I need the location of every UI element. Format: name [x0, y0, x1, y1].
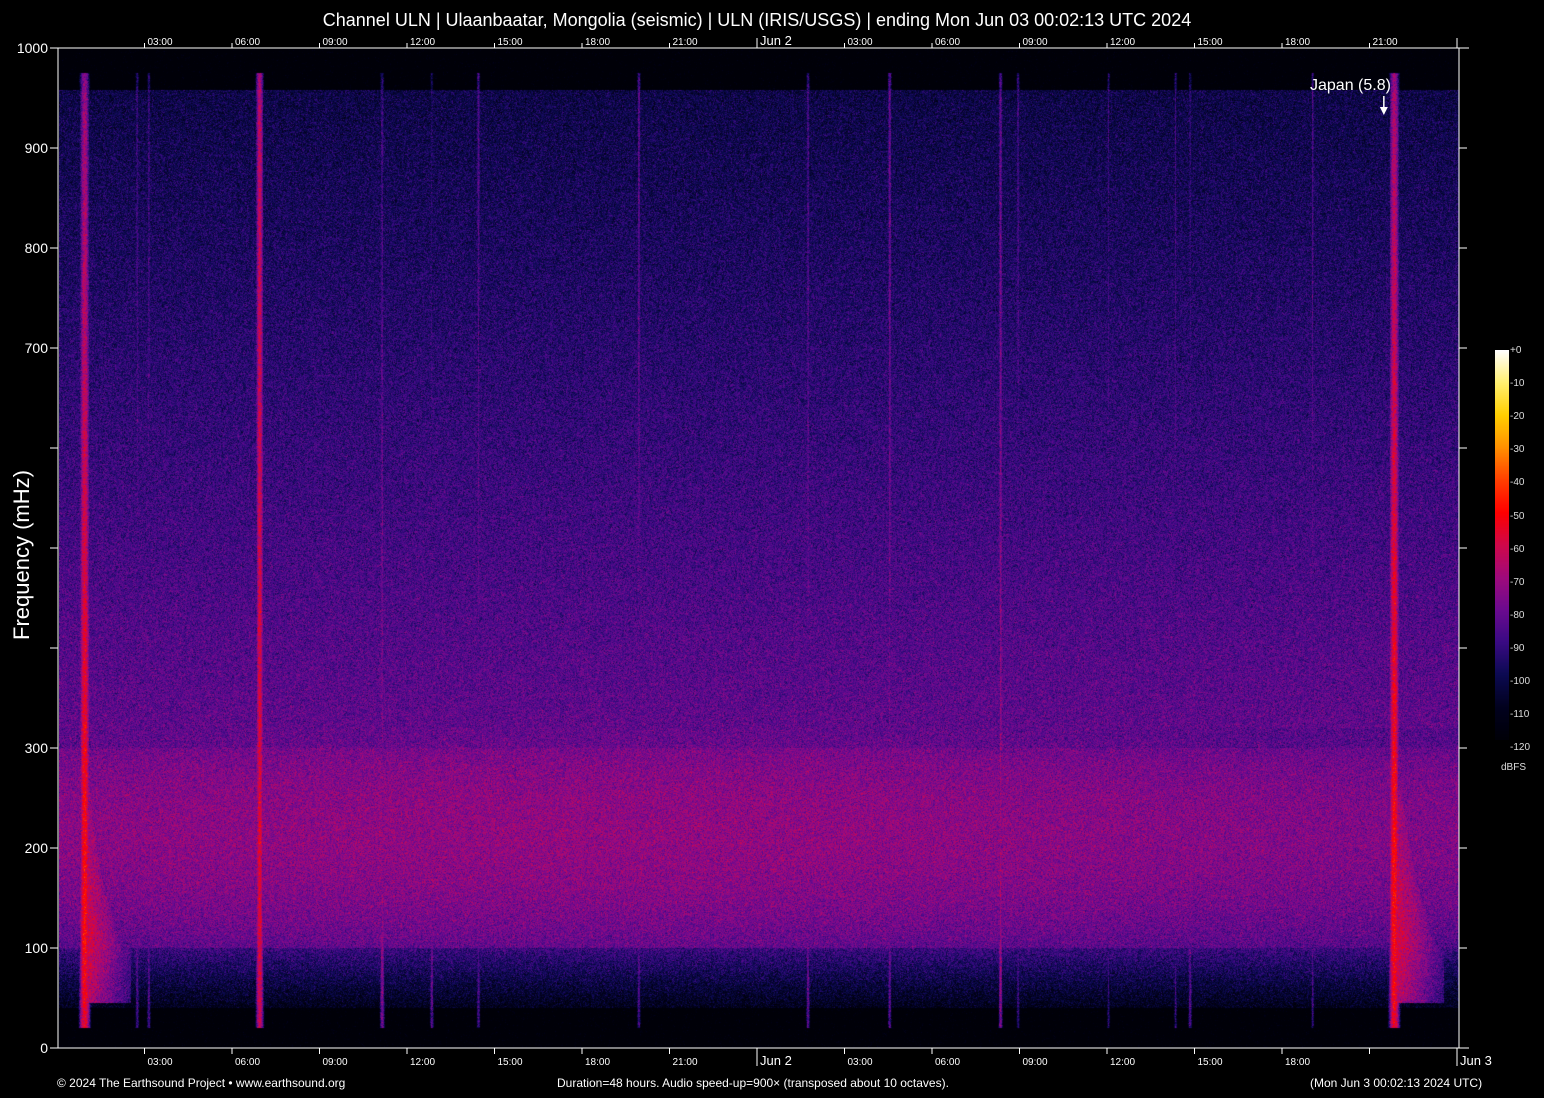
event-annotation-japan: Japan (5.8) [1310, 77, 1391, 94]
y-tick-label: 700 [25, 340, 49, 356]
colorbar-tick-label: -120 [1510, 742, 1531, 754]
colorbar-tick-label: -110 [1510, 709, 1530, 721]
x-tick-label-top: 03:00 [148, 37, 173, 48]
colorbar [1495, 350, 1509, 740]
colorbar-tick-label: -100 [1510, 676, 1531, 687]
colorbar-tick-label: -40 [1510, 477, 1525, 489]
x-tick-label-bottom: 09:00 [1023, 1057, 1048, 1068]
footer-end-time: (Mon Jun 3 00:02:13 2024 UTC) [1310, 1076, 1483, 1090]
x-tick-label-bottom: 03:00 [148, 1057, 173, 1068]
y-tick-label: 300 [25, 740, 49, 756]
y-tick-label: 900 [25, 140, 49, 156]
y-tick-label: 100 [25, 940, 49, 956]
x-tick-label-top: 03:00 [848, 37, 873, 48]
x-tick-label-top: 06:00 [935, 37, 960, 48]
x-tick-label-top: 12:00 [410, 37, 435, 48]
footer-copyright: © 2024 The Earthsound Project • www.eart… [57, 1076, 346, 1090]
x-tick-label-bottom: 03:00 [848, 1057, 873, 1068]
axes: 0 100 200 300 700 800 900 1000 03:00 03:00 06:00 06… [17, 33, 1492, 1068]
x-tick-label-top: 09:00 [323, 37, 348, 48]
colorbar-tick-label: -90 [1510, 642, 1525, 654]
x-tick-label-bottom: 06:00 [935, 1057, 960, 1068]
x-tick-label-top: 21:00 [673, 37, 698, 48]
x-tick-label-top: 12:00 [1110, 37, 1135, 48]
x-tick-label-bottom: 09:00 [323, 1057, 348, 1068]
x-tick-label-top: 18:00 [1285, 37, 1310, 48]
x-tick-label-top: 21:00 [1373, 37, 1398, 48]
colorbar-tick-label: -50 [1510, 510, 1525, 522]
colorbar-tick-label: -80 [1510, 609, 1525, 621]
x-tick-label-top: 15:00 [498, 37, 523, 48]
annotation-arrow-icon [1379, 107, 1388, 115]
x-tick-label-bottom: 12:00 [1110, 1057, 1135, 1068]
x-tick-label-bottom: Jun 3 [1460, 1053, 1492, 1068]
colorbar-tick-label: -70 [1510, 576, 1525, 588]
x-tick-label-bottom: 21:00 [673, 1057, 698, 1068]
x-tick-label-top: 15:00 [1198, 37, 1223, 48]
y-tick-label: 0 [40, 1040, 48, 1056]
x-tick-label-bottom: 15:00 [1198, 1057, 1223, 1068]
y-tick-label: 1000 [17, 40, 48, 56]
x-tick-label-bottom: 12:00 [410, 1057, 435, 1068]
y-axis-label: Frequency (mHz) [9, 470, 34, 640]
x-tick-label-bottom: 18:00 [1285, 1057, 1310, 1068]
x-tick-label-bottom: Jun 2 [760, 1053, 792, 1068]
x-tick-label-bottom: 15:00 [498, 1057, 523, 1068]
colorbar-tick-label: -30 [1510, 444, 1525, 456]
x-tick-label-top: 18:00 [585, 37, 610, 48]
colorbar-tick-label: +0 [1510, 345, 1522, 356]
colorbar-unit-label: dBFS [1501, 762, 1527, 773]
footer-duration: Duration=48 hours. Audio speed-up=900× (… [557, 1076, 949, 1090]
y-tick-label: 200 [25, 840, 49, 856]
x-tick-label-top: 06:00 [235, 37, 260, 48]
y-tick-label: 800 [25, 240, 49, 256]
x-tick-label-bottom: 06:00 [235, 1057, 260, 1068]
colorbar-tick-label: -60 [1510, 543, 1525, 555]
x-tick-label-top: 09:00 [1023, 37, 1048, 48]
colorbar-tick-label: -10 [1510, 378, 1525, 390]
colorbar-tick-label: -20 [1510, 411, 1525, 423]
x-tick-label-bottom: 18:00 [585, 1057, 610, 1068]
x-tick-label-top: Jun 2 [760, 33, 792, 48]
